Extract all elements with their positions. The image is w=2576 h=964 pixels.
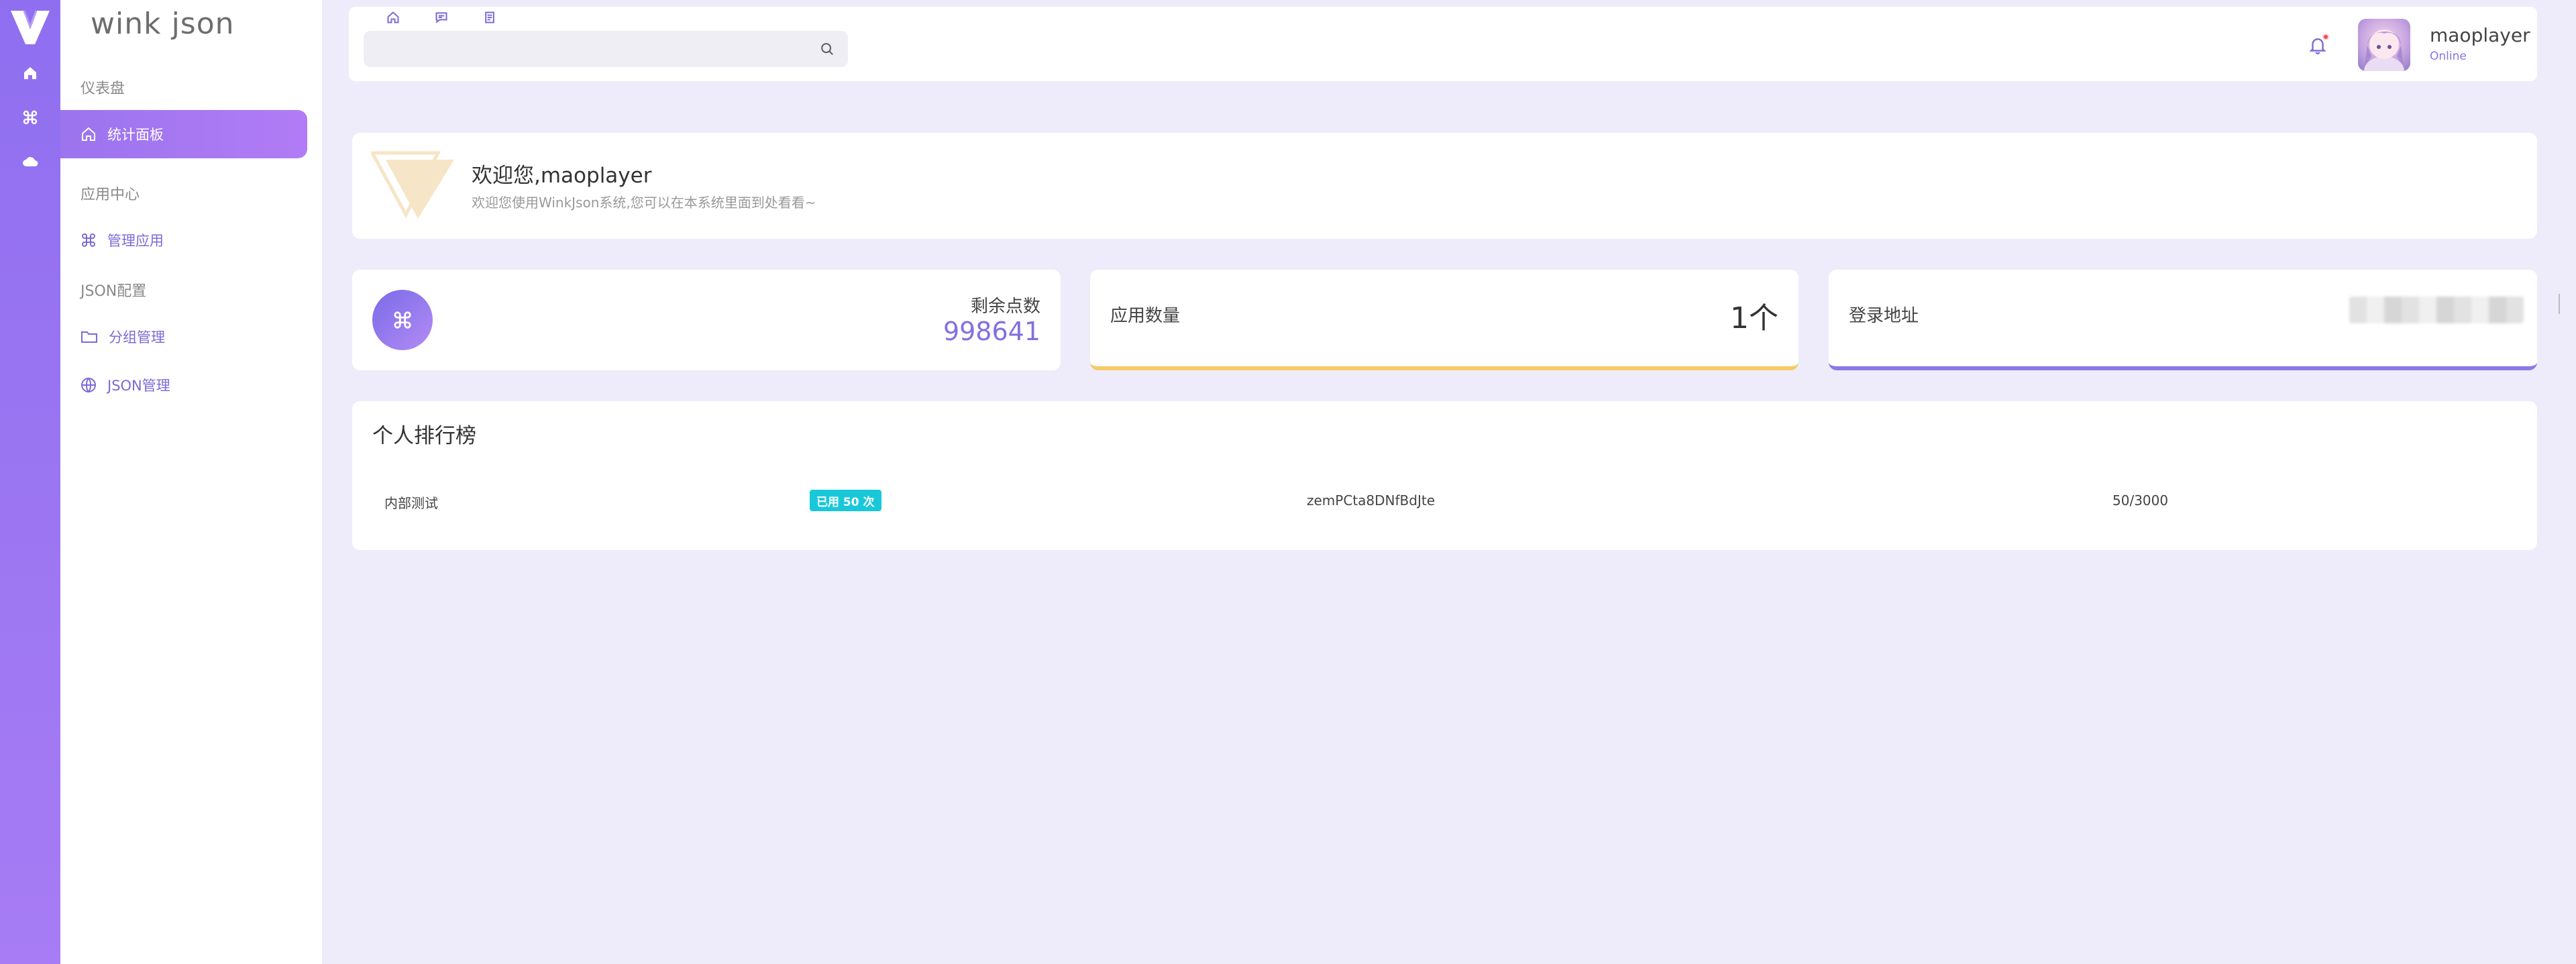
- points-value: 998641: [943, 317, 1040, 346]
- sidebar-item-manage-apps[interactable]: 管理应用: [60, 216, 307, 264]
- table-row[interactable]: 内部测试 已用 50 次 zemPCta8DNfBdJte 50/3000: [352, 488, 2537, 515]
- login-address-card: 登录地址: [1829, 270, 2537, 370]
- sidebar-item-label: 统计面板: [107, 127, 164, 143]
- points-card: 剩余点数 998641: [352, 270, 1061, 370]
- command-icon[interactable]: [20, 107, 40, 127]
- sidebar-item-label: 管理应用: [107, 233, 164, 249]
- command-icon: [82, 233, 95, 247]
- app-count-label: 应用数量: [1110, 306, 1181, 326]
- tab-messages[interactable]: [417, 7, 466, 28]
- notification-dot: [2322, 34, 2329, 40]
- top-bar: maoplayer Online: [349, 7, 2537, 81]
- icon-rail: [0, 0, 60, 964]
- home-icon: [82, 127, 95, 141]
- home-icon[interactable]: [20, 63, 40, 83]
- command-icon: [372, 290, 433, 350]
- group-title-json-config: JSON配置: [80, 283, 147, 300]
- points-label: 剩余点数: [970, 297, 1040, 317]
- sidebar-item-label: 分组管理: [109, 329, 165, 345]
- folder-icon: [81, 331, 97, 343]
- sidebar-item-group-manage[interactable]: 分组管理: [60, 313, 307, 361]
- document-icon: [485, 11, 494, 23]
- group-title-dashboard: 仪表盘: [80, 81, 125, 97]
- login-address-redacted: [2349, 297, 2524, 323]
- message-icon: [435, 12, 447, 23]
- logo-triangle-icon: [371, 151, 454, 219]
- login-address-label: 登录地址: [1849, 306, 1919, 326]
- app-count-value: 1个: [1730, 301, 1778, 335]
- scroll-handle[interactable]: [2559, 294, 2563, 314]
- quick-tabs: [369, 7, 514, 28]
- ranking-card: 个人排行榜 内部测试 已用 50 次 zemPCta8DNfBdJte 50/3…: [352, 401, 2537, 550]
- row-app-name: 内部测试: [384, 495, 438, 511]
- group-title-app-center: 应用中心: [80, 186, 140, 203]
- brand-title: wink json: [91, 7, 235, 41]
- search-box: [364, 31, 848, 67]
- sidebar-item-stats-panel[interactable]: 统计面板: [60, 110, 307, 158]
- avatar[interactable]: [2358, 19, 2410, 71]
- globe-icon: [81, 378, 96, 393]
- sidebar-item-label: JSON管理: [107, 378, 170, 394]
- tab-document[interactable]: [466, 7, 514, 28]
- welcome-subtitle: 欢迎您使用WinkJson系统,您可以在本系统里面到处看看~: [472, 195, 816, 211]
- usage-badge: 已用 50 次: [810, 490, 881, 511]
- row-usage: 50/3000: [2112, 492, 2169, 508]
- user-status: Online: [2430, 50, 2467, 63]
- ranking-title: 个人排行榜: [372, 424, 476, 448]
- welcome-title: 欢迎您,maoplayer: [472, 164, 652, 188]
- sidebar-item-json-manage[interactable]: JSON管理: [60, 361, 307, 409]
- sidebar: wink json 仪表盘 统计面板 应用中心 管理应用 JSON配置 分组管理…: [60, 0, 322, 964]
- row-app-key: zemPCta8DNfBdJte: [1307, 492, 1435, 508]
- search-icon[interactable]: [820, 42, 835, 56]
- notification-bell[interactable]: [2309, 34, 2329, 56]
- logo-v-icon[interactable]: [8, 7, 52, 47]
- search-input[interactable]: [364, 31, 848, 67]
- tab-home[interactable]: [369, 7, 417, 28]
- welcome-card: 欢迎您,maoplayer 欢迎您使用WinkJson系统,您可以在本系统里面到…: [352, 133, 2537, 239]
- cloud-icon[interactable]: [20, 152, 40, 172]
- home-icon: [387, 11, 399, 23]
- app-count-card: 应用数量 1个: [1090, 270, 1799, 370]
- user-name[interactable]: maoplayer: [2430, 24, 2530, 46]
